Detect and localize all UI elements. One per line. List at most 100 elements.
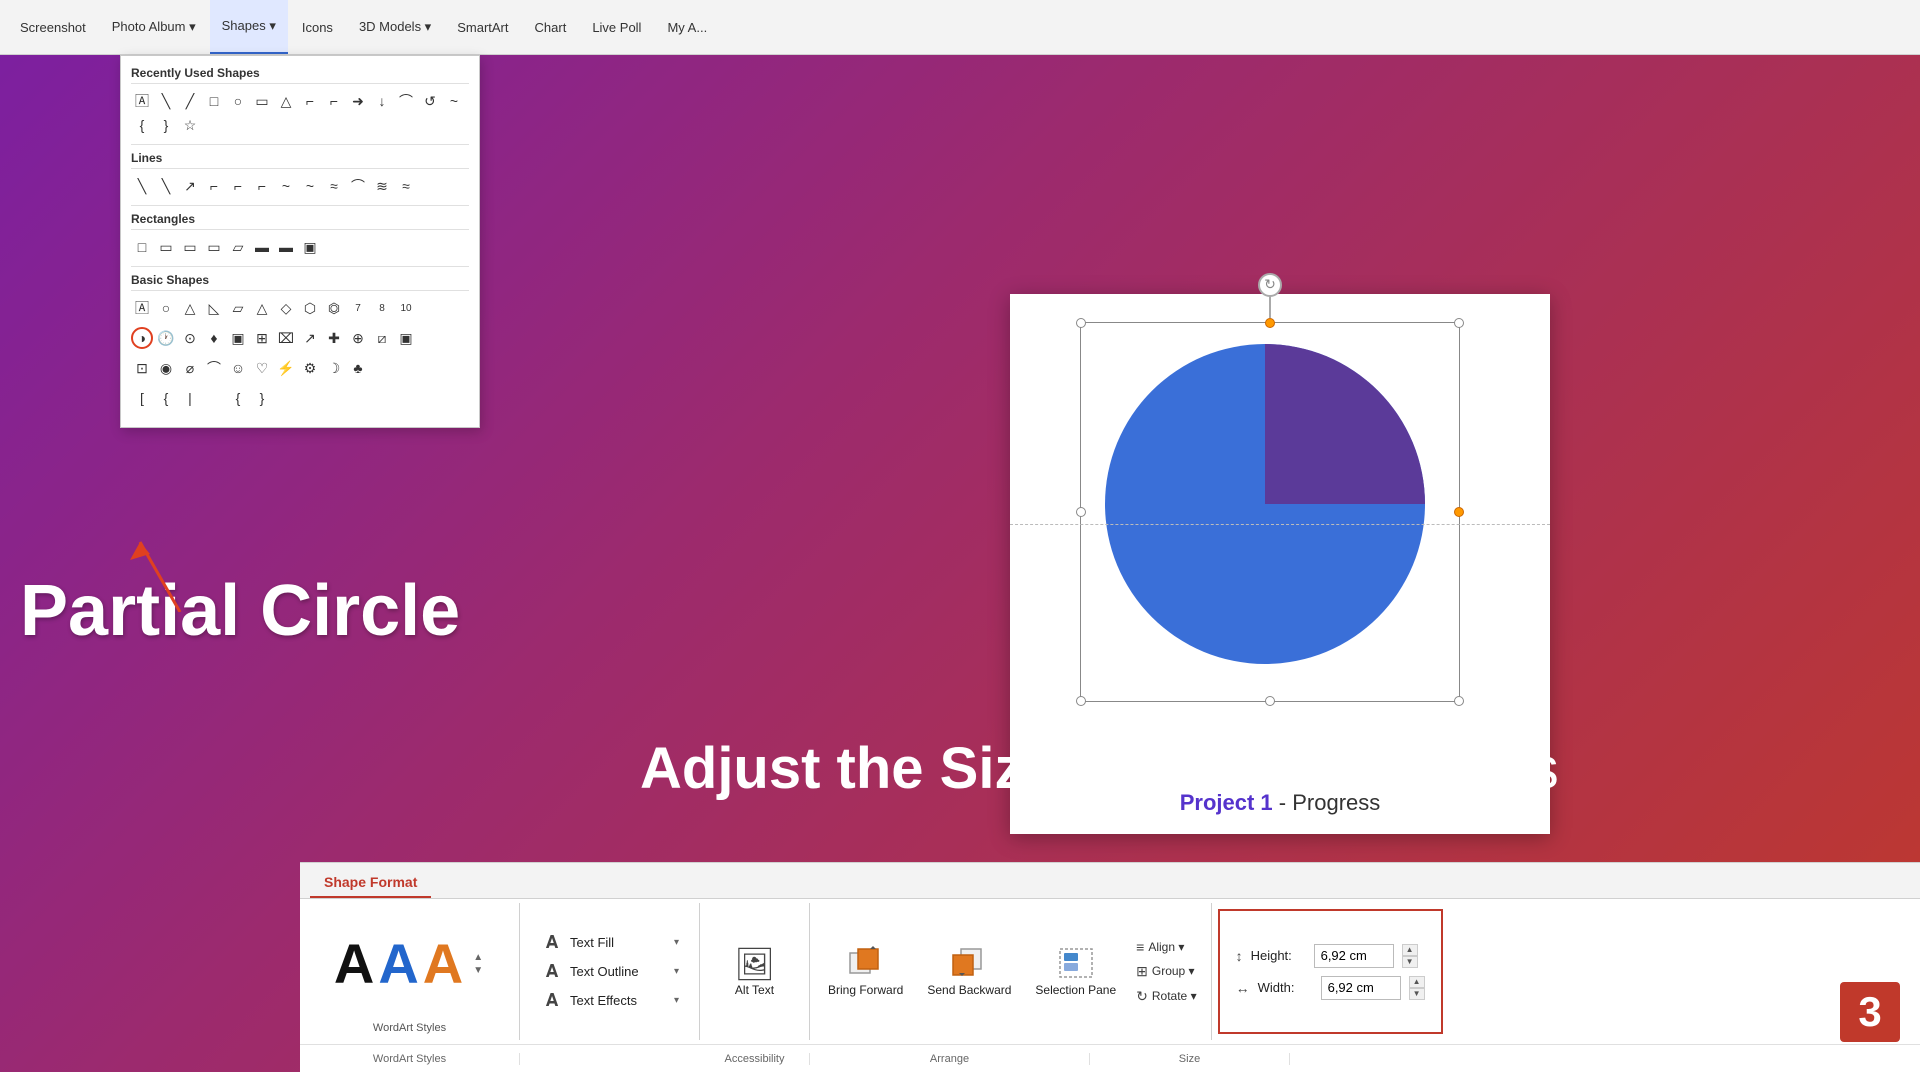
basic-brace2[interactable]: {	[227, 387, 249, 409]
shape-r-bracket[interactable]: ⌐	[323, 90, 345, 112]
line-angle1[interactable]: ⌐	[203, 175, 225, 197]
width-down[interactable]: ▼	[1409, 988, 1425, 1000]
shape-line2[interactable]: ╱	[179, 90, 201, 112]
shape-triangle[interactable]: △	[275, 90, 297, 112]
tab-chart[interactable]: Chart	[523, 0, 579, 54]
handle-ml[interactable]	[1076, 507, 1086, 517]
basic-isoceles[interactable]: △	[251, 297, 273, 319]
rect-wide[interactable]: ▬	[251, 236, 273, 258]
line-s-curve[interactable]: ~	[275, 175, 297, 197]
line-straight[interactable]: ╲	[131, 175, 153, 197]
tab-live-poll[interactable]: Live Poll	[580, 0, 653, 54]
basic-plus[interactable]: ⊕	[347, 327, 369, 349]
shape-curl[interactable]: ↺	[419, 90, 441, 112]
shape-rounded-rect[interactable]: ▭	[251, 90, 273, 112]
basic-bracket2[interactable]: |	[179, 387, 201, 409]
line-arc[interactable]: ⌒	[347, 175, 369, 197]
width-input[interactable]	[1321, 976, 1401, 1000]
basic-can[interactable]: ▣	[395, 327, 417, 349]
tab-screenshot[interactable]: Screenshot	[8, 0, 98, 54]
rotate-handle[interactable]: ↻	[1258, 273, 1282, 297]
basic-rtriangle[interactable]: ◺	[203, 297, 225, 319]
rect-rounded[interactable]: ▭	[155, 236, 177, 258]
rect-folded[interactable]: ▱	[227, 236, 249, 258]
tab-shapes[interactable]: Shapes ▾	[210, 0, 288, 54]
group-button[interactable]: ⊞ Group ▾	[1132, 961, 1200, 982]
wordart-scroll-down[interactable]: ▼	[471, 965, 485, 976]
basic-triangle[interactable]: △	[179, 297, 201, 319]
basic-diag-stripe[interactable]: ↗	[299, 327, 321, 349]
basic-10pt[interactable]: 10	[395, 297, 417, 319]
basic-donut[interactable]: ◉	[155, 357, 177, 379]
line-angle3[interactable]: ⌐	[251, 175, 273, 197]
shape-format-tab[interactable]: Shape Format	[310, 868, 431, 898]
wordart-letter-blue[interactable]: A	[378, 936, 418, 992]
rect-snipped[interactable]: ▭	[179, 236, 201, 258]
rect-framed[interactable]: ▣	[299, 236, 321, 258]
tab-3d-models[interactable]: 3D Models ▾	[347, 0, 443, 54]
basic-brace3[interactable]: }	[251, 387, 273, 409]
rotate-button[interactable]: ↻ Rotate ▾	[1132, 986, 1200, 1007]
text-effects-row[interactable]: 𝐀 Text Effects ▾	[536, 988, 683, 1013]
basic-bracket3[interactable]	[203, 387, 225, 409]
basic-brace1[interactable]: {	[155, 387, 177, 409]
height-up[interactable]: ▲	[1402, 944, 1418, 956]
basic-octagon[interactable]: ⏣	[323, 297, 345, 319]
send-backward-button[interactable]: Send Backward	[919, 941, 1019, 1001]
tab-photo-album[interactable]: Photo Album ▾	[100, 0, 208, 54]
line-scribble[interactable]: ≈	[395, 175, 417, 197]
selection-pane-button[interactable]: Selection Pane	[1027, 941, 1124, 1001]
tab-icons[interactable]: Icons	[290, 0, 345, 54]
width-up[interactable]: ▲	[1409, 976, 1425, 988]
wordart-letter-orange[interactable]: A	[423, 936, 463, 992]
shape-l-bracket[interactable]: ⌐	[299, 90, 321, 112]
wordart-letter-black[interactable]: A	[334, 936, 374, 992]
basic-frame[interactable]: ▣	[227, 327, 249, 349]
align-button[interactable]: ≡ Align ▾	[1132, 937, 1200, 957]
wordart-scroll-up[interactable]: ▲	[471, 952, 485, 963]
line-zigzag[interactable]: ~	[299, 175, 321, 197]
basic-heart[interactable]: ♡	[251, 357, 273, 379]
rect-tall[interactable]: ▬	[275, 236, 297, 258]
basic-partial-circle[interactable]: ◑	[131, 327, 153, 349]
handle-mr[interactable]	[1454, 507, 1464, 517]
shape-brace2[interactable]: }	[155, 114, 177, 136]
handle-tl[interactable]	[1076, 318, 1086, 328]
basic-cross[interactable]: ✚	[323, 327, 345, 349]
line-straight2[interactable]: ╲	[155, 175, 177, 197]
basic-bracket1[interactable]: [	[131, 387, 153, 409]
text-fill-row[interactable]: 𝐀 Text Fill ▾	[536, 930, 683, 955]
basic-lightning[interactable]: ⚡	[275, 357, 297, 379]
line-curve1[interactable]: ↗	[179, 175, 201, 197]
rect-basic[interactable]: □	[131, 236, 153, 258]
basic-8pt[interactable]: 8	[371, 297, 393, 319]
line-freeform[interactable]: ≋	[371, 175, 393, 197]
basic-moon[interactable]: ☽	[323, 357, 345, 379]
basic-parallelogram[interactable]: ▱	[227, 297, 249, 319]
basic-pie[interactable]: 🕐	[155, 327, 177, 349]
basic-cube[interactable]: ⊡	[131, 357, 153, 379]
shape-down-arrow[interactable]: ↓	[371, 90, 393, 112]
bring-forward-button[interactable]: Bring Forward	[820, 941, 911, 1001]
basic-chord[interactable]: ⊙	[179, 327, 201, 349]
handle-bm[interactable]	[1265, 696, 1275, 706]
basic-gear[interactable]: ⚙	[299, 357, 321, 379]
shape-star[interactable]: ☆	[179, 114, 201, 136]
basic-hexagon[interactable]: ⬡	[299, 297, 321, 319]
handle-tr[interactable]	[1454, 318, 1464, 328]
basic-block-arc[interactable]: ⌒	[203, 357, 225, 379]
handle-tm-orange[interactable]	[1265, 318, 1275, 328]
basic-plaque[interactable]: ⧄	[371, 327, 393, 349]
handle-bl[interactable]	[1076, 696, 1086, 706]
shape-oval[interactable]: ○	[227, 90, 249, 112]
tab-my-addins[interactable]: My A...	[655, 0, 719, 54]
basic-halfframe[interactable]: ⊞	[251, 327, 273, 349]
shape-rect[interactable]: □	[203, 90, 225, 112]
basic-no-symbol[interactable]: ⌀	[179, 357, 201, 379]
shape-text-box[interactable]: 🄰	[131, 90, 153, 112]
basic-7pt[interactable]: 7	[347, 297, 369, 319]
line-wave[interactable]: ≈	[323, 175, 345, 197]
height-down[interactable]: ▼	[1402, 956, 1418, 968]
shape-curved[interactable]: ⌒	[395, 90, 417, 112]
height-input[interactable]	[1314, 944, 1394, 968]
